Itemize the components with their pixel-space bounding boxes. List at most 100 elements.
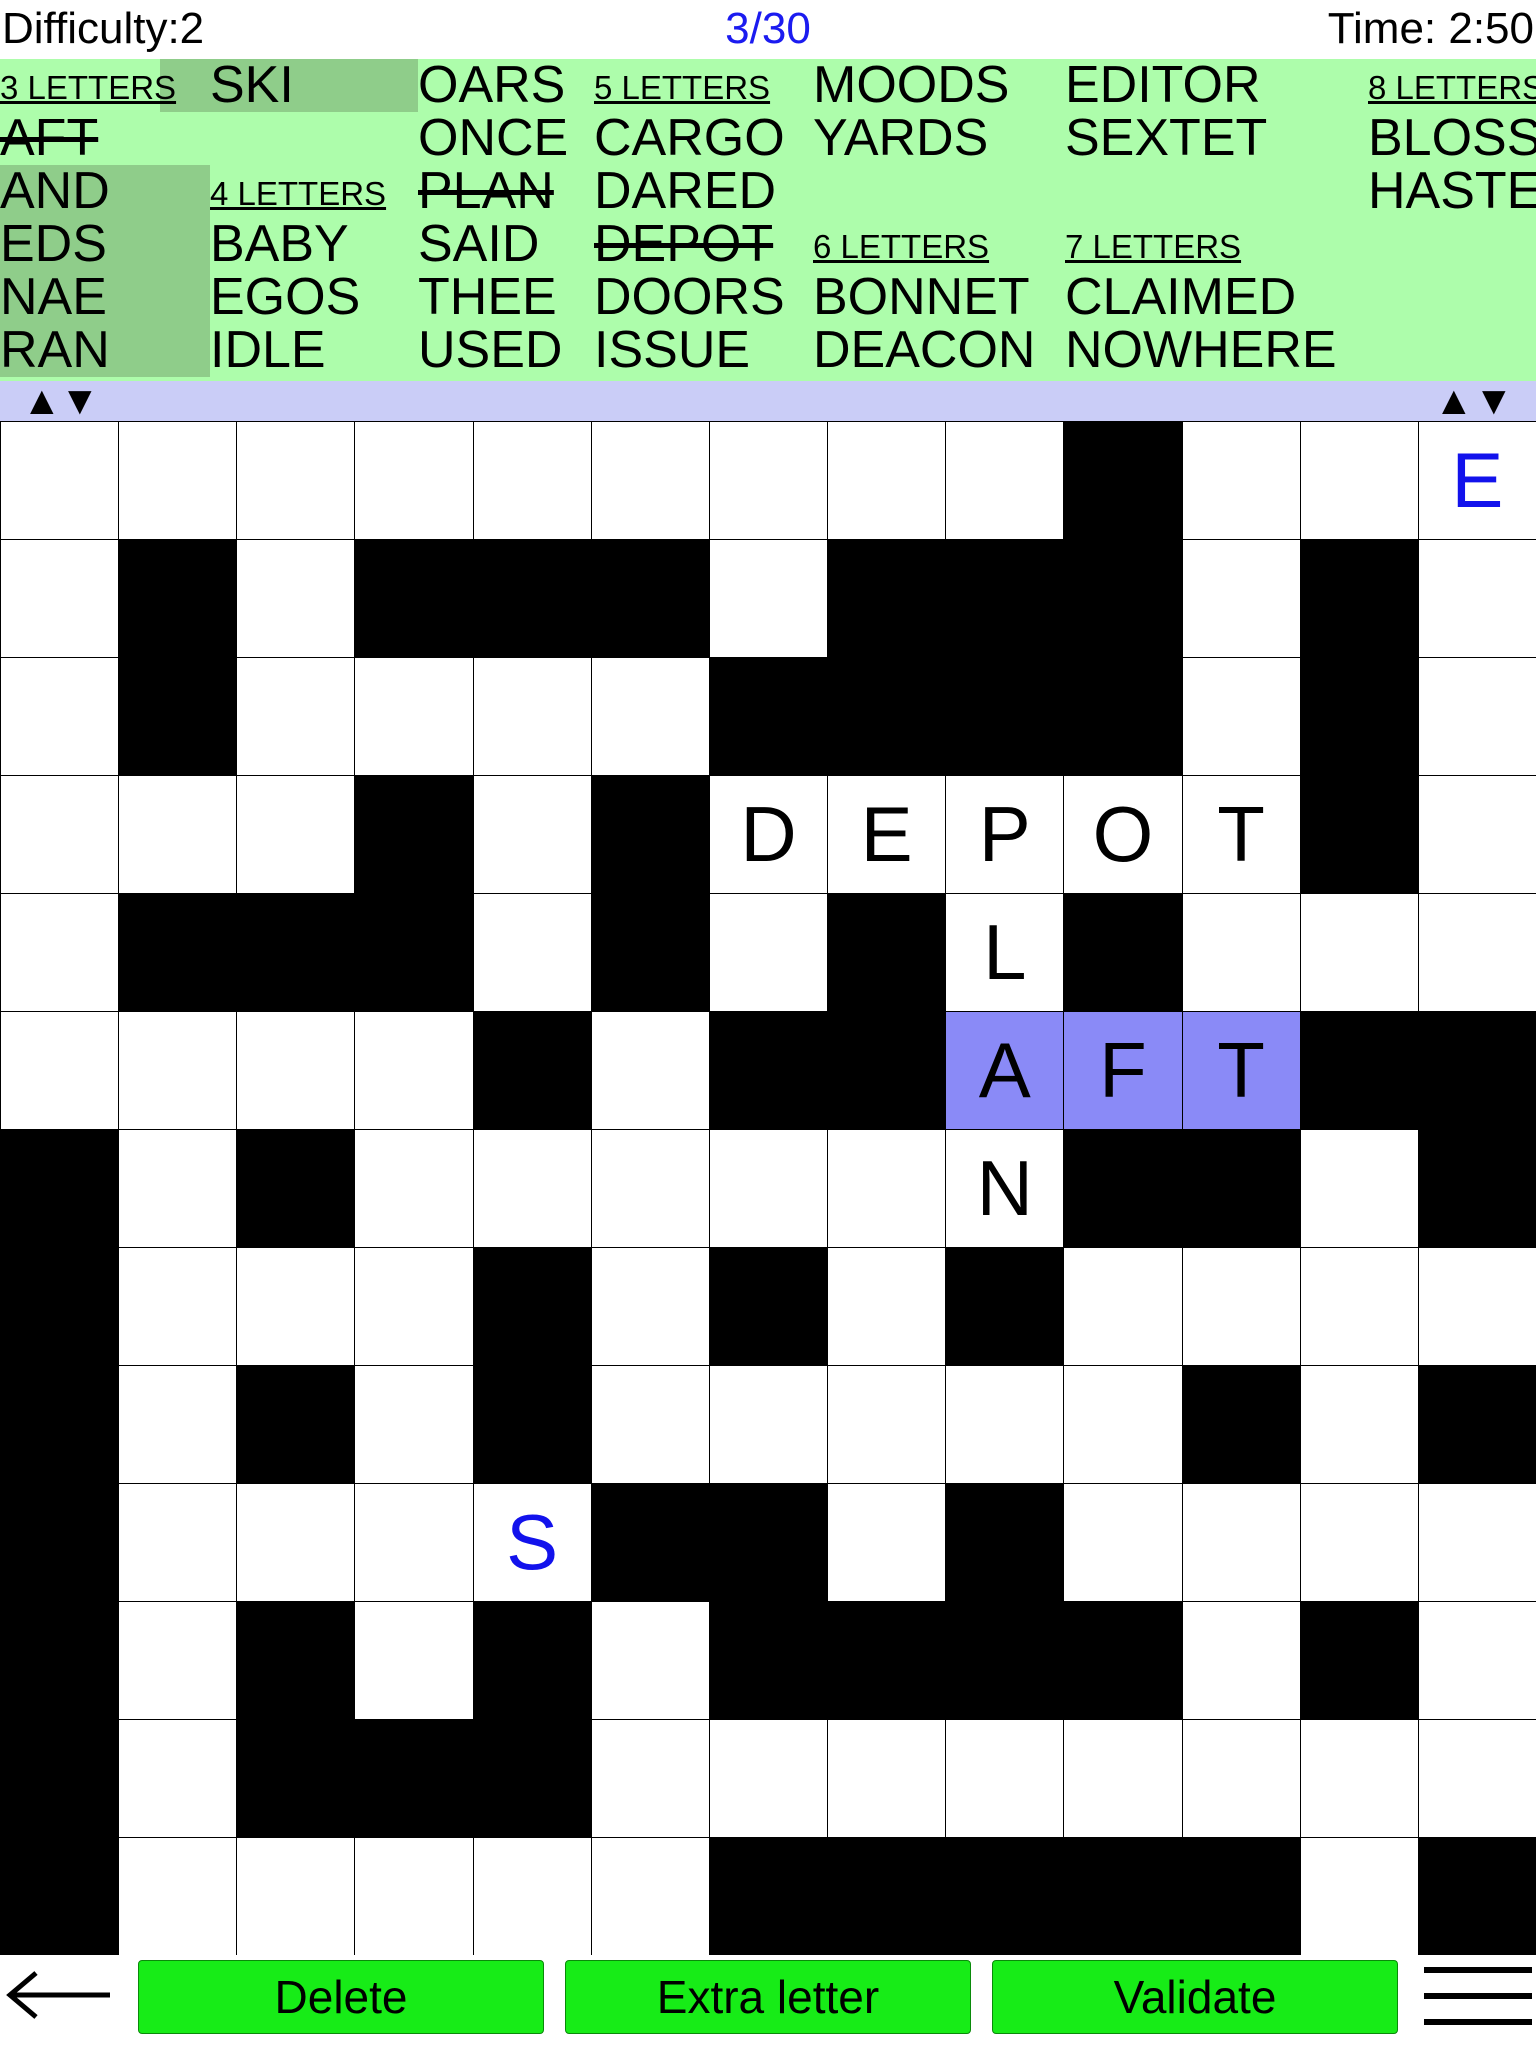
word-item[interactable]: HASTE: [1368, 165, 1536, 218]
grid-cell[interactable]: [1417, 657, 1536, 776]
grid-cell[interactable]: L: [945, 893, 1065, 1012]
grid-cell[interactable]: [590, 1247, 710, 1366]
grid-cell[interactable]: [827, 1247, 947, 1366]
grid-cell[interactable]: [1181, 1601, 1301, 1720]
word-item[interactable]: SKI: [210, 59, 386, 112]
word-item[interactable]: IDLE: [210, 324, 386, 377]
scroll-up-icon[interactable]: ▲: [22, 381, 62, 421]
grid-cell[interactable]: [472, 775, 592, 894]
grid-cell[interactable]: [1299, 1247, 1419, 1366]
grid-cell[interactable]: [827, 1719, 947, 1838]
grid-cell[interactable]: [354, 421, 474, 540]
back-arrow-icon[interactable]: [2, 1965, 114, 2025]
word-item[interactable]: [813, 165, 1035, 218]
grid-cell[interactable]: [354, 657, 474, 776]
grid-cell[interactable]: [590, 1011, 710, 1130]
grid-cell[interactable]: [354, 1601, 474, 1720]
grid-cell[interactable]: [236, 1483, 356, 1602]
grid-cell[interactable]: [118, 775, 238, 894]
grid-cell[interactable]: [1417, 1483, 1536, 1602]
grid-cell[interactable]: [354, 1247, 474, 1366]
grid-cell[interactable]: [827, 1365, 947, 1484]
word-item[interactable]: [1368, 271, 1536, 324]
word-list-scrollbar[interactable]: [0, 381, 1536, 421]
grid-cell[interactable]: [708, 1129, 829, 1248]
word-item[interactable]: NOWHERE: [1065, 324, 1337, 377]
grid-cell[interactable]: [1181, 539, 1301, 658]
grid-cell[interactable]: [1063, 1483, 1183, 1602]
grid-cell[interactable]: [1181, 1247, 1301, 1366]
grid-cell[interactable]: [1417, 1601, 1536, 1720]
grid-cell[interactable]: [708, 893, 829, 1012]
word-item[interactable]: SEXTET: [1065, 112, 1337, 165]
grid-cell[interactable]: [472, 1837, 592, 1956]
grid-cell[interactable]: [0, 893, 120, 1012]
word-item[interactable]: [1368, 324, 1536, 377]
extra-letter-button[interactable]: Extra letter: [565, 1960, 971, 2034]
grid-cell[interactable]: [118, 1837, 238, 1956]
grid-cell[interactable]: [590, 1601, 710, 1720]
word-item[interactable]: YARDS: [813, 112, 1035, 165]
word-item[interactable]: MOODS: [813, 59, 1035, 112]
word-item[interactable]: EDS: [0, 218, 176, 271]
word-item[interactable]: ONCE: [418, 112, 568, 165]
grid-cell[interactable]: [590, 1129, 710, 1248]
grid-cell[interactable]: [708, 1719, 829, 1838]
grid-cell[interactable]: D: [708, 775, 829, 894]
grid-cell[interactable]: [236, 421, 356, 540]
word-item[interactable]: DARED: [594, 165, 785, 218]
word-item[interactable]: SAID: [418, 218, 568, 271]
word-item[interactable]: PLAN: [418, 165, 568, 218]
grid-cell[interactable]: [827, 421, 947, 540]
grid-cell[interactable]: [590, 657, 710, 776]
grid-cell[interactable]: [118, 1601, 238, 1720]
grid-cell[interactable]: [1181, 1719, 1301, 1838]
word-item[interactable]: AND: [0, 165, 176, 218]
grid-cell[interactable]: [118, 1483, 238, 1602]
word-item[interactable]: EGOS: [210, 271, 386, 324]
grid-cell[interactable]: [1299, 421, 1419, 540]
grid-cell[interactable]: [945, 421, 1065, 540]
word-item[interactable]: ISSUE: [594, 324, 785, 377]
grid-cell[interactable]: [236, 775, 356, 894]
grid-cell[interactable]: [1181, 893, 1301, 1012]
grid-cell[interactable]: [590, 421, 710, 540]
grid-cell[interactable]: [354, 1837, 474, 1956]
grid-cell[interactable]: [0, 775, 120, 894]
word-item[interactable]: THEE: [418, 271, 568, 324]
grid-cell[interactable]: [945, 1365, 1065, 1484]
grid-cell[interactable]: F: [1063, 1011, 1183, 1130]
grid-cell[interactable]: [1417, 893, 1536, 1012]
word-item[interactable]: [1065, 165, 1337, 218]
grid-cell[interactable]: [118, 1365, 238, 1484]
word-item[interactable]: RAN: [0, 324, 176, 377]
grid-cell[interactable]: [118, 1719, 238, 1838]
grid-cell[interactable]: [1299, 1129, 1419, 1248]
grid-cell[interactable]: [0, 1011, 120, 1130]
grid-cell[interactable]: P: [945, 775, 1065, 894]
grid-cell[interactable]: [1063, 1247, 1183, 1366]
word-item[interactable]: CLAIMED: [1065, 271, 1337, 324]
grid-cell[interactable]: [1299, 1365, 1419, 1484]
grid-cell[interactable]: [1063, 1719, 1183, 1838]
grid-cell[interactable]: [1299, 1719, 1419, 1838]
grid-cell[interactable]: [118, 1011, 238, 1130]
grid-cell[interactable]: [1417, 539, 1536, 658]
grid-cell[interactable]: N: [945, 1129, 1065, 1248]
grid-cell[interactable]: [118, 1247, 238, 1366]
grid-cell[interactable]: [945, 1719, 1065, 1838]
word-item[interactable]: DEACON: [813, 324, 1035, 377]
grid-cell[interactable]: [236, 1837, 356, 1956]
grid-cell[interactable]: [354, 1365, 474, 1484]
grid-cell[interactable]: [708, 421, 829, 540]
word-item[interactable]: BABY: [210, 218, 386, 271]
word-item[interactable]: BLOSS: [1368, 112, 1536, 165]
grid-cell[interactable]: [1181, 657, 1301, 776]
crossword-grid[interactable]: EDEPOTLAFTNS: [0, 421, 1536, 1956]
grid-cell[interactable]: [354, 1129, 474, 1248]
delete-button[interactable]: Delete: [138, 1960, 544, 2034]
grid-cell[interactable]: T: [1181, 775, 1301, 894]
grid-cell[interactable]: T: [1181, 1011, 1301, 1130]
grid-cell[interactable]: [236, 1011, 356, 1130]
grid-cell[interactable]: [354, 1483, 474, 1602]
